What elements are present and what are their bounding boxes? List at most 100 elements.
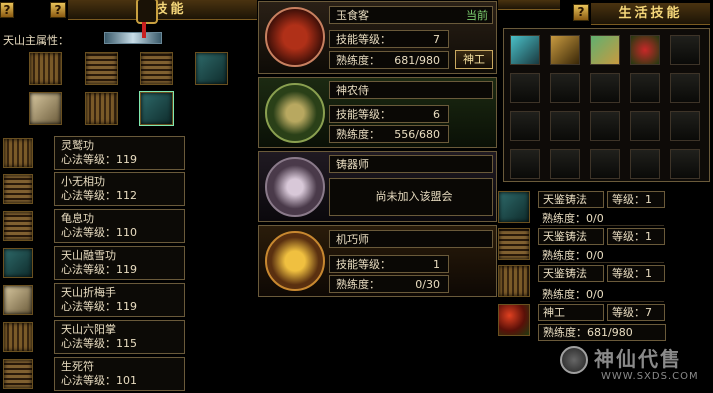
life-skill-name: 天鉴铸法 (538, 228, 604, 245)
shengong-button[interactable]: 神工 (455, 50, 493, 69)
martial-book-icon-1[interactable] (29, 52, 62, 85)
life-grid-slot[interactable] (590, 149, 620, 179)
help-button-left-2[interactable]: ? (50, 2, 66, 18)
skill-level-value: 6 (433, 108, 440, 121)
proficiency-row: 熟练度： 681/980 (329, 51, 449, 69)
not-joined-status: 尚未加入该盟会 (375, 190, 453, 203)
martial-book-icon-7[interactable] (139, 91, 174, 126)
life-skill-row-4[interactable]: 神工 等级：7 熟练度：681/980 (497, 303, 672, 343)
life-grid-slot[interactable] (590, 111, 620, 141)
life-grid-slot[interactable] (670, 149, 700, 179)
martial-row-7[interactable]: 生死符 心法等级：101 (0, 357, 186, 391)
help-button-right[interactable]: ? (573, 4, 589, 21)
martial-row-icon (3, 138, 33, 168)
life-skill-prof: 熟练度：0/0 (540, 211, 664, 226)
martial-name: 灵鹫功 (61, 139, 94, 152)
martial-row-box: 生死符 心法等级：101 (54, 357, 185, 391)
proficiency-value: 681/980 (394, 54, 440, 67)
life-grid-slot-icon[interactable] (550, 35, 580, 65)
life-skill-icon (498, 304, 530, 336)
martial-book-icon-2[interactable] (85, 52, 118, 85)
life-skill-level: 等级：7 (607, 304, 665, 321)
life-grid-slot[interactable] (550, 111, 580, 141)
life-panel-header-left (498, 0, 560, 10)
martial-name: 小无相功 (61, 175, 105, 188)
life-skill-icon (498, 228, 530, 260)
martial-book-icon-6[interactable] (85, 92, 118, 125)
proficiency-value: 0/30 (415, 278, 440, 291)
life-grid-slot[interactable] (550, 149, 580, 179)
martial-row-5[interactable]: 天山折梅手 心法等级：119 (0, 283, 186, 317)
martial-name: 龟息功 (61, 212, 94, 225)
martial-row-3[interactable]: 龟息功 心法等级：110 (0, 209, 186, 243)
skill-level-row: 技能等级： 7 (329, 30, 449, 48)
life-grid-slot[interactable] (630, 149, 660, 179)
martial-name: 天山融雪功 (61, 249, 116, 262)
attr-marker (142, 22, 146, 38)
skill-level-label: 技能等级： (336, 33, 391, 46)
martial-book-icon-4[interactable] (195, 52, 228, 85)
life-skill-row-3[interactable]: 天鉴铸法 等级：1 熟练度：0/0 (497, 264, 672, 302)
life-grid-slot[interactable] (630, 111, 660, 141)
martial-row-icon (3, 285, 33, 315)
skill-level-label: 技能等级： (336, 108, 391, 121)
martial-level: 心法等级：115 (61, 337, 137, 350)
life-grid-slot-icon[interactable] (590, 35, 620, 65)
help-button-left[interactable]: ? (0, 2, 14, 18)
life-skill-row-1[interactable]: 天鉴铸法 等级：1 熟练度：0/0 (497, 190, 672, 226)
life-grid-slot[interactable] (670, 111, 700, 141)
life-skill-grid (503, 28, 710, 182)
martial-row-4[interactable]: 天山融雪功 心法等级：119 (0, 246, 186, 280)
header-ornament (136, 0, 158, 24)
watermark-url: WWW.SXDS.COM (601, 371, 699, 382)
life-skill-level: 等级：1 (607, 228, 665, 245)
profession-card-2[interactable]: 神农侍 技能等级： 6 熟练度： 556/680 (258, 77, 497, 148)
proficiency-value: 556/680 (394, 128, 440, 141)
martial-row-box: 龟息功 心法等级：110 (54, 209, 185, 243)
proficiency-row: 熟练度： 556/680 (329, 125, 449, 143)
profession-name: 机巧师 (336, 233, 369, 246)
life-grid-slot[interactable] (670, 35, 700, 65)
profession-name: 神农侍 (336, 84, 369, 97)
martial-level: 心法等级：101 (61, 374, 137, 387)
life-skill-prof: 熟练度：681/980 (538, 324, 666, 341)
life-grid-slot-icon[interactable] (510, 35, 540, 65)
proficiency-label: 熟练度： (336, 128, 380, 141)
martial-row-box: 天山融雪功 心法等级：119 (54, 246, 185, 280)
life-skill-level: 等级：1 (607, 191, 665, 208)
life-grid-slot[interactable] (510, 149, 540, 179)
life-grid-slot[interactable] (670, 73, 700, 103)
profession-card-1[interactable]: 玉食客 当前 技能等级： 7 熟练度： 681/980 神工 (258, 1, 497, 74)
martial-name: 天山六阳掌 (61, 323, 116, 336)
martial-book-icon-3[interactable] (140, 52, 173, 85)
life-grid-slot-icon[interactable] (630, 35, 660, 65)
profession-emblem-icon (265, 231, 325, 291)
current-badge: 当前 (466, 9, 488, 22)
life-skill-name: 天鉴铸法 (538, 265, 604, 282)
proficiency-label: 熟练度： (336, 54, 380, 67)
martial-book-icon-5[interactable] (29, 92, 62, 125)
profession-card-4[interactable]: 机巧师 技能等级： 1 熟练度： 0/30 (258, 225, 497, 297)
martial-row-2[interactable]: 小无相功 心法等级：112 (0, 172, 186, 206)
life-grid-slot[interactable] (590, 73, 620, 103)
life-grid-slot[interactable] (630, 73, 660, 103)
life-grid-slot[interactable] (510, 111, 540, 141)
life-skill-icon (498, 265, 530, 297)
martial-row-6[interactable]: 天山六阳掌 心法等级：115 (0, 320, 186, 354)
watermark-brand: 神仙代售 (594, 347, 682, 371)
skill-level-value: 1 (433, 258, 440, 271)
life-skill-row-2[interactable]: 天鉴铸法 等级：1 熟练度：0/0 (497, 227, 672, 263)
life-grid-slot[interactable] (510, 73, 540, 103)
life-skill-prof: 熟练度：0/0 (540, 248, 664, 263)
martial-level: 心法等级：119 (61, 263, 137, 276)
martial-level: 心法等级：119 (61, 300, 137, 313)
watermark-logo-icon (560, 346, 588, 374)
life-grid-slot[interactable] (550, 73, 580, 103)
skill-level-value: 7 (433, 33, 440, 46)
proficiency-label: 熟练度： (336, 278, 380, 291)
attr-label: 天山主属性： (3, 34, 69, 47)
profession-card-3[interactable]: 铸器师 尚未加入该盟会 (258, 151, 497, 222)
martial-name: 生死符 (61, 360, 94, 373)
life-skill-icon (498, 191, 530, 223)
martial-row-1[interactable]: 灵鹫功 心法等级：119 (0, 136, 186, 170)
